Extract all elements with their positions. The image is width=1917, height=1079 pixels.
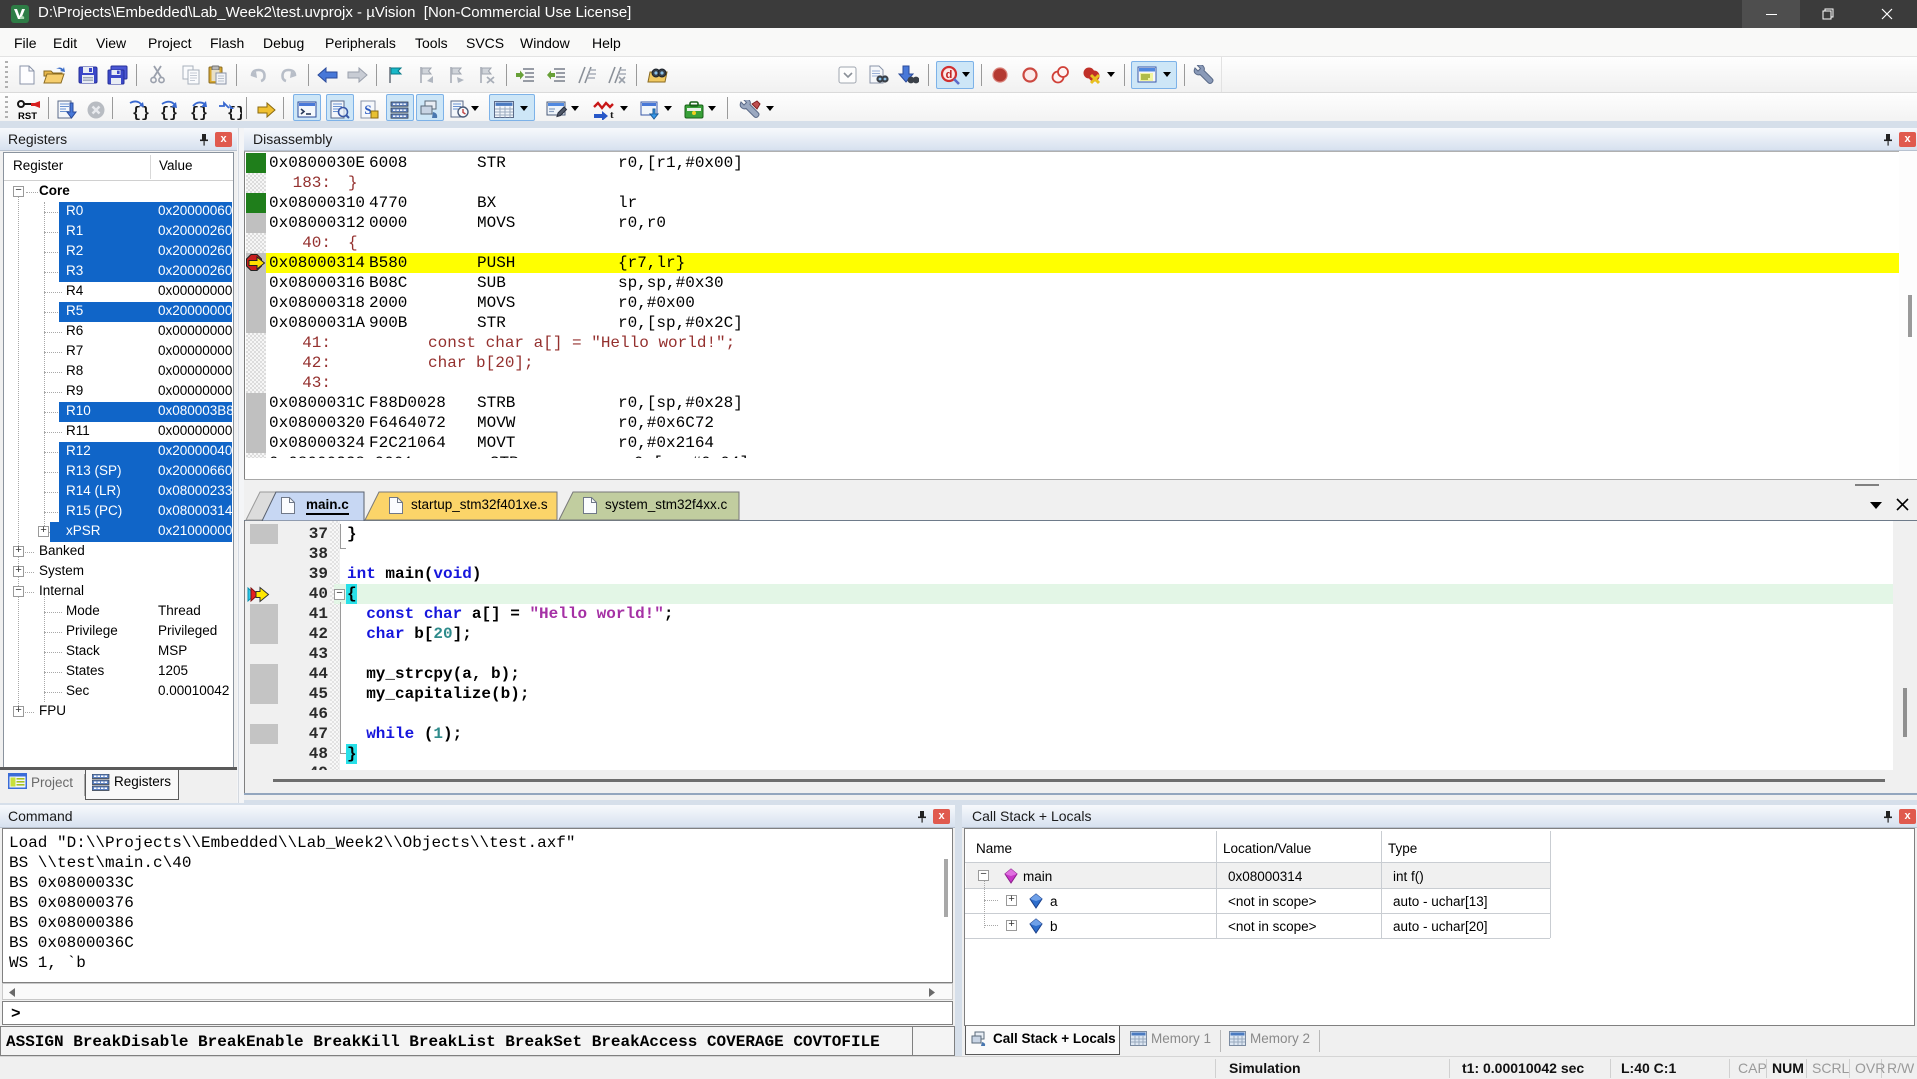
svg-text:{}: {} (132, 105, 150, 120)
svg-text:{}: {} (190, 105, 208, 120)
svg-text:d: d (946, 69, 953, 81)
svg-text:t: t (610, 109, 614, 120)
svg-text:RST: RST (18, 111, 37, 120)
